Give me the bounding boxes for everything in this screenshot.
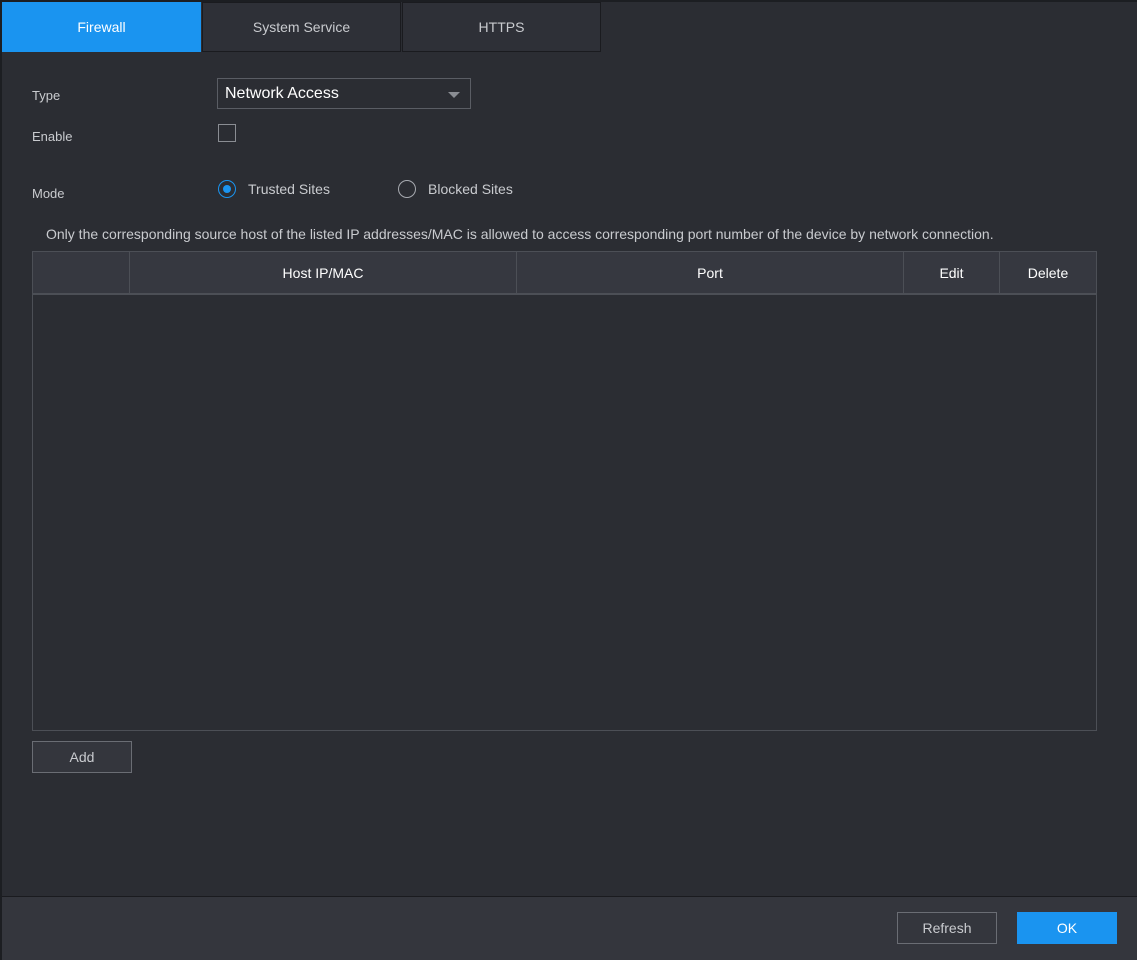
tab-firewall[interactable]: Firewall bbox=[2, 2, 201, 52]
tab-bar: Firewall System Service HTTPS bbox=[2, 2, 602, 52]
add-button[interactable]: Add bbox=[32, 741, 132, 773]
column-header-delete: Delete bbox=[1027, 264, 1069, 281]
enable-label: Enable bbox=[32, 129, 73, 144]
mode-trusted-sites[interactable]: Trusted Sites bbox=[218, 180, 330, 198]
column-header-host: Host IP/MAC bbox=[130, 252, 517, 293]
tab-system-service[interactable]: System Service bbox=[202, 2, 401, 52]
caret-down-icon bbox=[448, 92, 460, 98]
refresh-button[interactable]: Refresh bbox=[897, 912, 997, 944]
mode-blocked-sites-label: Blocked Sites bbox=[428, 181, 513, 197]
ok-button[interactable]: OK bbox=[1017, 912, 1117, 944]
table-header: Host IP/MAC Port Edit Delete bbox=[33, 252, 1096, 295]
mode-label: Mode bbox=[32, 186, 65, 201]
enable-checkbox[interactable] bbox=[218, 124, 236, 142]
mode-trusted-sites-label: Trusted Sites bbox=[248, 181, 330, 197]
column-header-port: Port bbox=[517, 252, 904, 293]
tab-https[interactable]: HTTPS bbox=[402, 2, 601, 52]
type-select[interactable]: Network Access bbox=[217, 78, 471, 109]
radio-checked-icon[interactable] bbox=[218, 180, 236, 198]
access-hint: Only the corresponding source host of th… bbox=[46, 226, 994, 242]
column-header-select bbox=[33, 252, 130, 293]
table-body bbox=[33, 295, 1096, 731]
access-table: Host IP/MAC Port Edit Delete bbox=[32, 251, 1097, 731]
column-header-edit: Edit bbox=[904, 252, 1000, 293]
type-label: Type bbox=[32, 88, 61, 103]
mode-blocked-sites[interactable]: Blocked Sites bbox=[398, 180, 513, 198]
type-select-value: Network Access bbox=[225, 84, 339, 102]
radio-unchecked-icon[interactable] bbox=[398, 180, 416, 198]
firewall-panel: Firewall System Service HTTPS Type Netwo… bbox=[2, 2, 1137, 960]
